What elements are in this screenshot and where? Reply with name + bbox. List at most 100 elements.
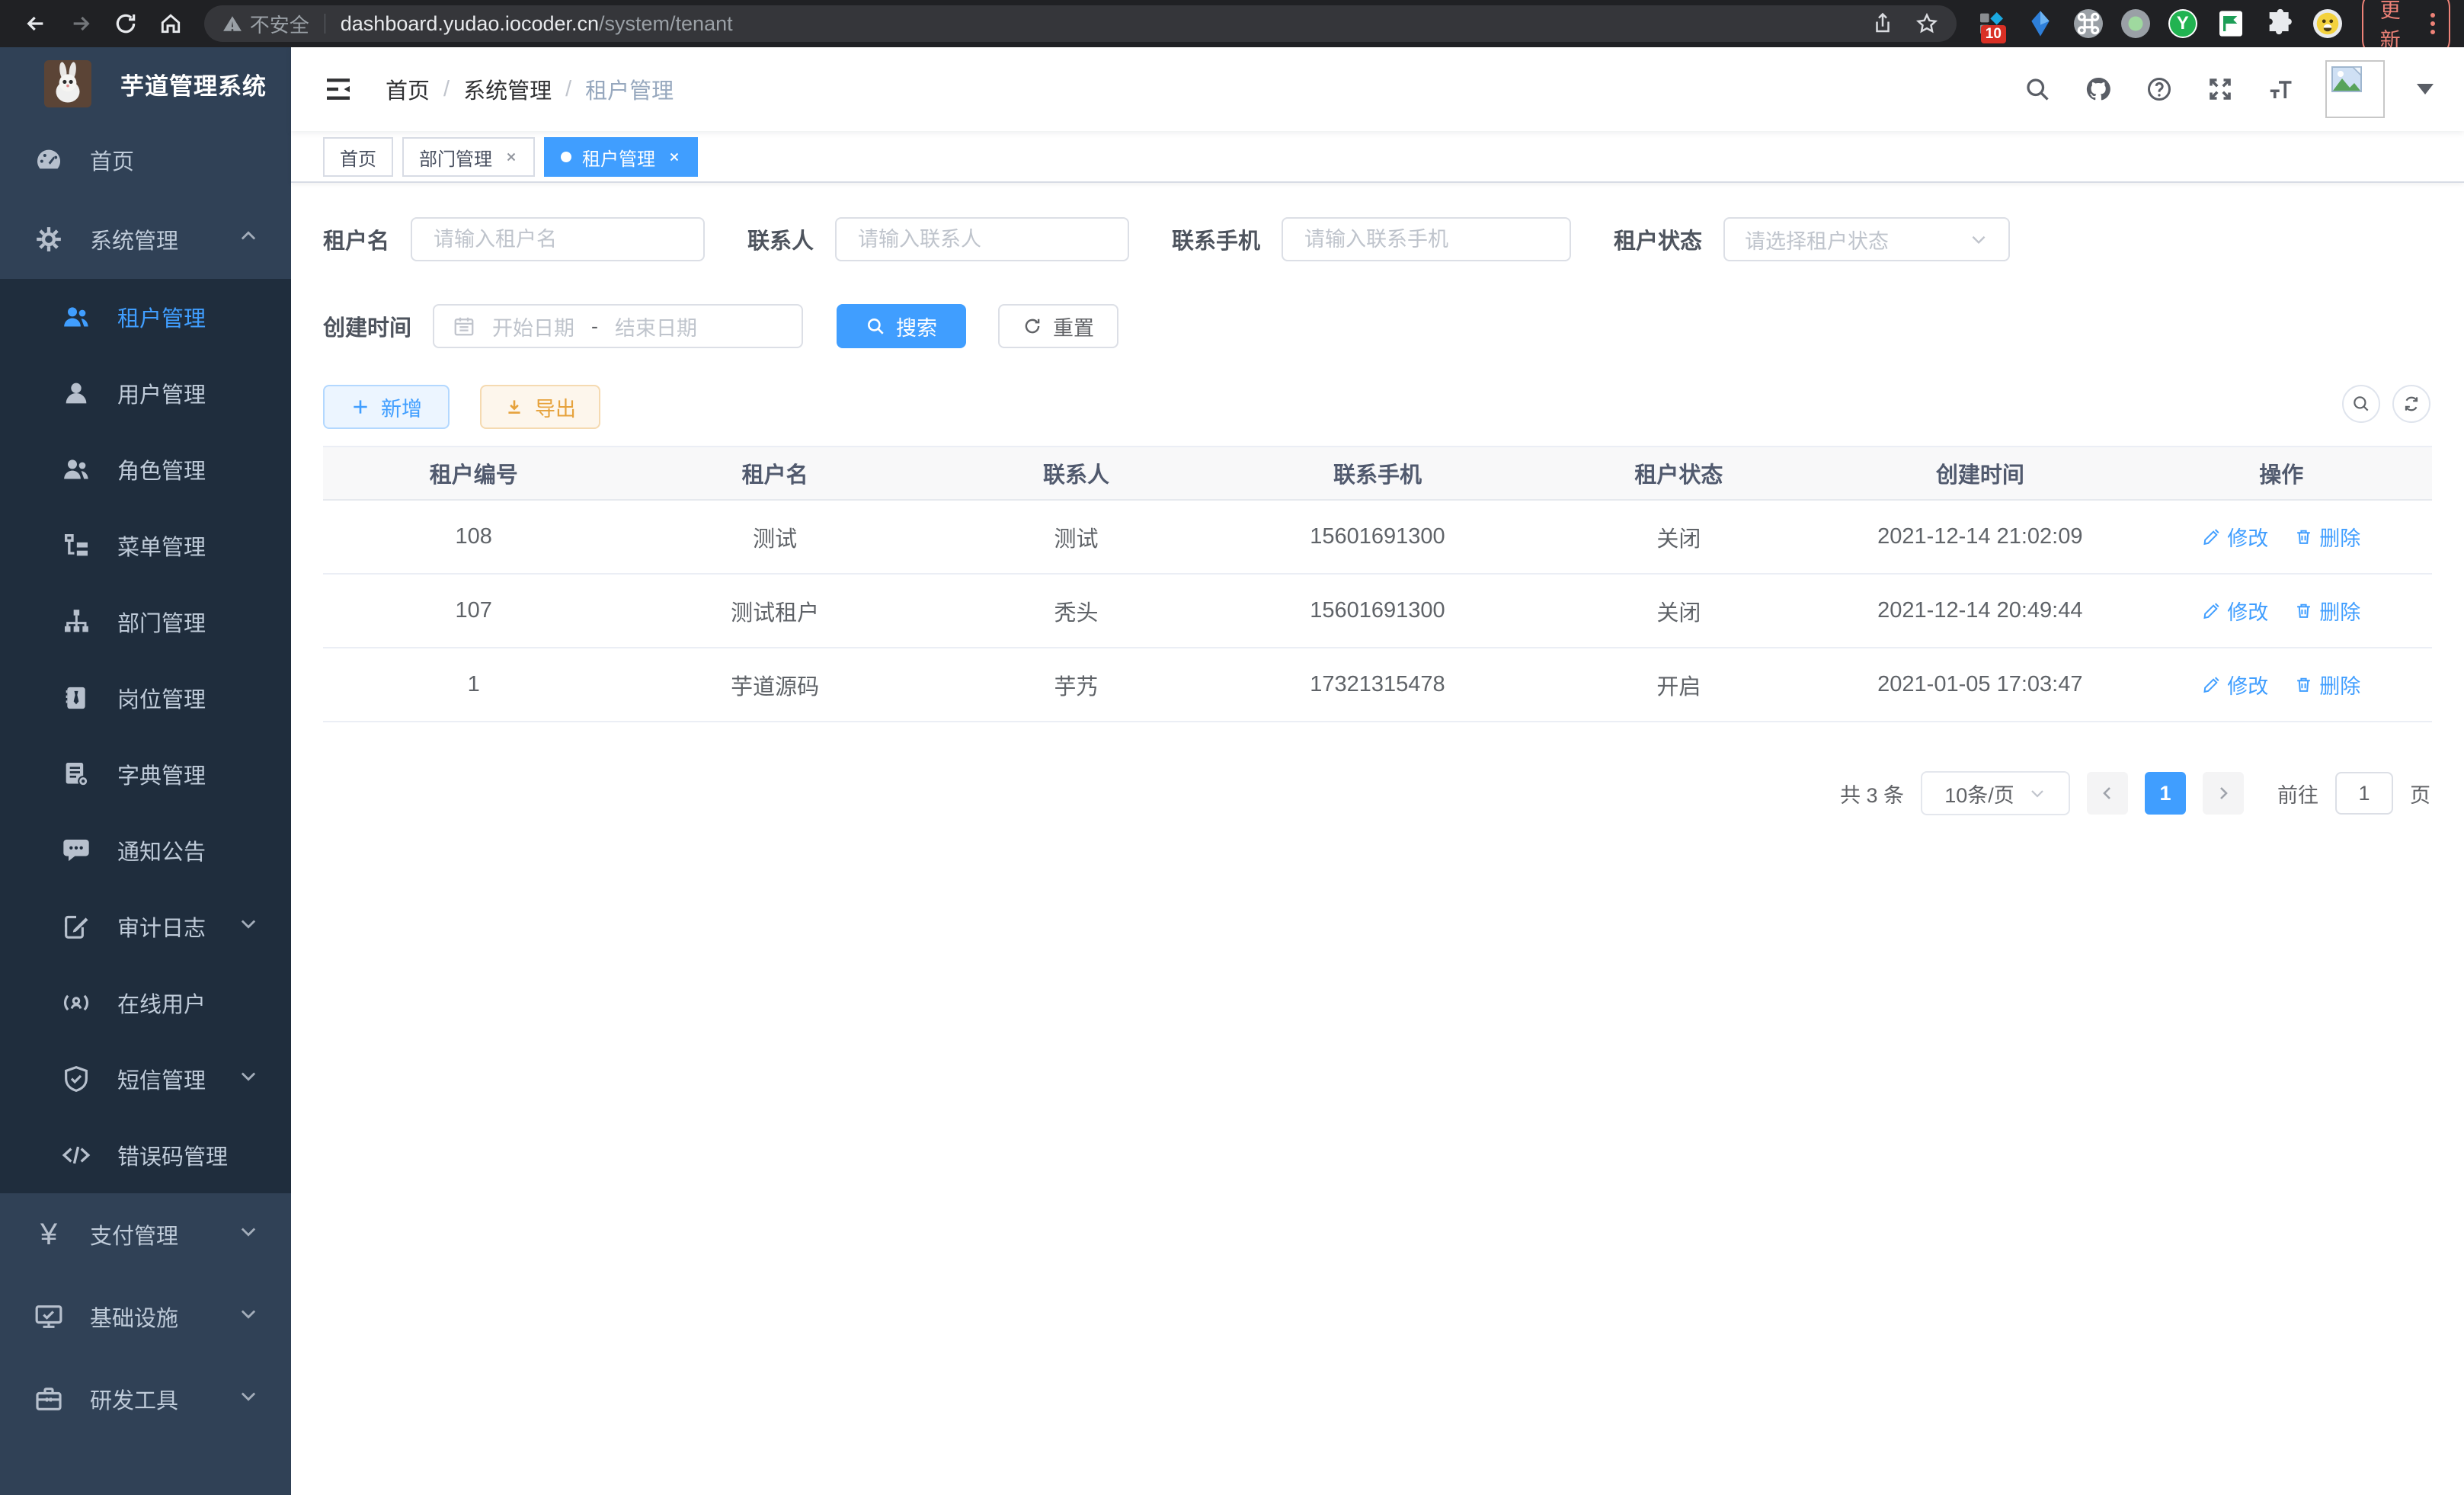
sidebar-item-menu[interactable]: 菜单管理 [0,507,291,584]
share-icon[interactable] [1871,12,1894,35]
delete-link[interactable]: 删除 [2294,596,2360,626]
tab-close-icon[interactable] [667,150,681,164]
page-number-current[interactable]: 1 [2145,772,2186,815]
cell-tenant-id: 108 [323,524,624,549]
font-size-icon[interactable] [2264,72,2298,106]
prev-page-button[interactable] [2087,772,2128,815]
sidebar-item-home[interactable]: 首页 [0,120,291,200]
contact-input[interactable] [835,217,1129,261]
github-icon[interactable] [2082,72,2115,106]
extension-command-icon[interactable] [2074,9,2103,38]
sidebar-item-label: 岗位管理 [117,682,206,714]
browser-toolbar: 不安全 dashboard.yudao.iocoder.cn/system/te… [0,0,2464,47]
extension-kite-icon[interactable] [2025,8,2056,39]
download-icon [504,397,524,417]
edit-link[interactable]: 修改 [2202,522,2268,552]
reset-button[interactable]: 重置 [998,304,1118,348]
mobile-input[interactable] [1282,217,1571,261]
sidebar-item-system[interactable]: 系统管理 [0,200,291,279]
status-placeholder: 请选择租户状态 [1745,225,1969,255]
address-bar[interactable]: 不安全 dashboard.yudao.iocoder.cn/system/te… [204,5,1957,42]
breadcrumb-system[interactable]: 系统管理 [463,73,552,105]
header-search-icon[interactable] [2021,72,2054,106]
trash-icon [2294,527,2313,546]
browser-home-icon[interactable] [155,7,187,40]
delete-link[interactable]: 删除 [2294,522,2360,552]
extension-green-dot-icon[interactable] [2121,9,2150,38]
table-refresh-icon[interactable] [2392,385,2430,423]
security-warning[interactable]: 不安全 [222,10,309,38]
tab-tenant[interactable]: 租户管理 [544,137,698,177]
sidebar-item-label: 用户管理 [117,377,206,409]
audit-log-icon [59,910,93,943]
cell-actions: 修改 删除 [2131,522,2432,552]
delete-link[interactable]: 删除 [2294,670,2360,699]
browser-menu-icon[interactable] [2430,13,2435,34]
sidebar-item-post[interactable]: 岗位管理 [0,660,291,736]
breadcrumb-home[interactable]: 首页 [386,73,430,105]
sidebar-item-audit-log[interactable]: 审计日志 [0,888,291,965]
edit-link[interactable]: 修改 [2202,670,2268,699]
tab-home[interactable]: 首页 [323,137,393,177]
sidebar-item-notice[interactable]: 通知公告 [0,812,291,888]
create-time-range-picker[interactable]: 开始日期 - 结束日期 [433,304,803,348]
sidebar-item-online-user[interactable]: 在线用户 [0,965,291,1041]
sidebar-item-sms[interactable]: 短信管理 [0,1041,291,1117]
bookmark-star-icon[interactable] [1915,12,1938,35]
calendar-icon [453,315,475,338]
sidebar-item-dept[interactable]: 部门管理 [0,584,291,660]
sidebar-item-error-code[interactable]: 错误码管理 [0,1117,291,1193]
browser-reload-icon[interactable] [110,7,142,40]
sidebar-item-devtools[interactable]: 研发工具 [0,1358,291,1440]
status-select[interactable]: 请选择租户状态 [1723,217,2010,261]
sidebar-item-dict[interactable]: 字典管理 [0,736,291,812]
fullscreen-icon[interactable] [2203,72,2237,106]
table-row: 1 芋道源码 芋艿 17321315478 开启 2021-01-05 17:0… [323,648,2432,722]
extensions-puzzle-icon[interactable] [2264,8,2295,39]
cell-actions: 修改 删除 [2131,596,2432,626]
edit-icon [2202,527,2221,546]
sidebar-item-role[interactable]: 角色管理 [0,431,291,507]
browser-forward-icon[interactable] [65,7,98,40]
extension-flag-icon[interactable] [2216,8,2246,39]
sidebar-item-tenant[interactable]: 租户管理 [0,279,291,355]
active-tab-dot [561,152,571,162]
chevron-left-icon [2098,784,2117,802]
page-size-select[interactable]: 10条/页 [1921,771,2070,815]
next-page-button[interactable] [2203,772,2244,815]
extension-tag-assistant-icon[interactable]: 10 [1976,8,2007,39]
cell-tenant-name: 芋道源码 [624,669,925,701]
sidebar-item-pay[interactable]: ¥ 支付管理 [0,1193,291,1276]
screen: 不安全 dashboard.yudao.iocoder.cn/system/te… [0,0,2464,1495]
tab-dept[interactable]: 部门管理 [402,137,535,177]
table-search-toggle-icon[interactable] [2342,385,2380,423]
chevron-down-icon [1969,229,1989,249]
avatar-dropdown-icon[interactable] [2417,84,2434,94]
cell-created: 2021-12-14 20:49:44 [1829,598,2130,623]
edit-link[interactable]: 修改 [2202,596,2268,626]
sidebar-item-user[interactable]: 用户管理 [0,355,291,431]
cell-status: 关闭 [1528,521,1829,553]
export-button-label: 导出 [535,392,576,422]
sidebar-item-label: 字典管理 [117,758,206,790]
logo-row[interactable]: 芋道管理系统 [0,47,291,120]
tab-close-icon[interactable] [504,150,518,164]
mobile-label: 联系手机 [1172,223,1260,255]
sidebar-item-infra[interactable]: 基础设施 [0,1276,291,1358]
avatar[interactable] [2325,60,2385,118]
tab-label: 租户管理 [582,144,655,171]
notice-bubble-icon [59,834,93,867]
tenant-name-input[interactable] [411,217,705,261]
profile-avatar-icon[interactable] [2313,9,2342,38]
search-button[interactable]: 搜索 [837,304,966,348]
tab-label: 部门管理 [419,144,492,171]
browser-back-icon[interactable] [20,7,53,40]
help-icon[interactable] [2142,72,2176,106]
goto-page-input[interactable] [2335,772,2393,815]
sidebar-toggle-icon[interactable] [322,72,355,106]
navbar: 首页 / 系统管理 / 租户管理 [291,47,2464,131]
contact-label: 联系人 [747,223,814,255]
add-button[interactable]: 新增 [323,385,450,429]
export-button[interactable]: 导出 [480,385,600,429]
extension-yudao-icon[interactable]: Y [2168,9,2197,38]
